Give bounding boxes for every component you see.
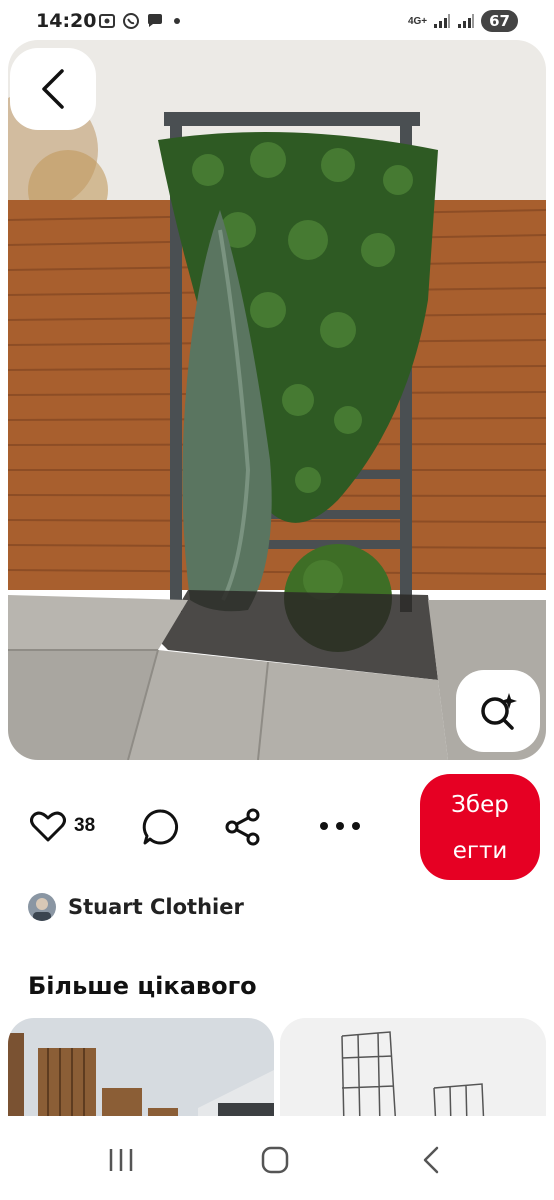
related-pin-card[interactable]	[8, 1018, 274, 1128]
back-button[interactable]	[10, 48, 96, 130]
home-icon	[261, 1146, 289, 1174]
comment-button[interactable]	[142, 808, 180, 846]
notification-icons	[98, 12, 184, 30]
heart-icon	[30, 811, 66, 842]
related-pin-image	[280, 1018, 546, 1128]
dot-icon	[174, 18, 180, 24]
chat-bubble-icon	[148, 14, 162, 27]
share-icon	[225, 808, 260, 846]
chevron-left-icon	[42, 69, 64, 109]
garden-trellis-photo	[8, 40, 546, 760]
comment-icon	[142, 809, 179, 845]
status-bar: 14:20 4G+ 67	[0, 0, 554, 44]
network-type: 4G+	[407, 15, 428, 27]
status-time: 14:20	[36, 10, 97, 32]
related-pin-card[interactable]	[280, 1018, 546, 1128]
save-button[interactable]: Збер егти	[420, 774, 540, 880]
author-row[interactable]: Stuart Clothier	[28, 893, 244, 921]
signal-icon	[434, 14, 451, 28]
viber-icon	[123, 13, 139, 29]
avatar-image	[28, 893, 56, 921]
recent-apps-button[interactable]	[96, 1140, 146, 1180]
more-icon	[320, 822, 360, 830]
like-count: 38	[74, 815, 96, 836]
signal-icon-2	[458, 14, 475, 28]
more-options-button[interactable]	[318, 820, 362, 832]
visual-search-icon	[481, 693, 517, 730]
system-nav-bar	[0, 1116, 554, 1200]
save-label-line1: Збер	[451, 792, 509, 818]
recent-apps-icon	[109, 1149, 133, 1171]
screenshot-icon	[99, 14, 115, 28]
status-indicators: 4G+ 67	[408, 10, 518, 32]
pin-actions: 38 Збер егти	[0, 770, 554, 880]
related-pin-image	[8, 1018, 274, 1128]
battery-indicator: 67	[481, 10, 518, 32]
back-icon	[423, 1146, 439, 1174]
avatar[interactable]	[28, 893, 56, 921]
save-label-line2: егти	[452, 838, 508, 864]
more-section-title: Більше цікавого	[28, 972, 257, 1000]
pin-image[interactable]	[8, 40, 546, 760]
like-button[interactable]: 38	[30, 810, 95, 842]
author-name[interactable]: Stuart Clothier	[68, 895, 244, 919]
visual-search-button[interactable]	[456, 670, 540, 752]
home-button[interactable]	[250, 1140, 300, 1180]
share-button[interactable]	[224, 808, 262, 846]
nav-back-button[interactable]	[406, 1140, 456, 1180]
